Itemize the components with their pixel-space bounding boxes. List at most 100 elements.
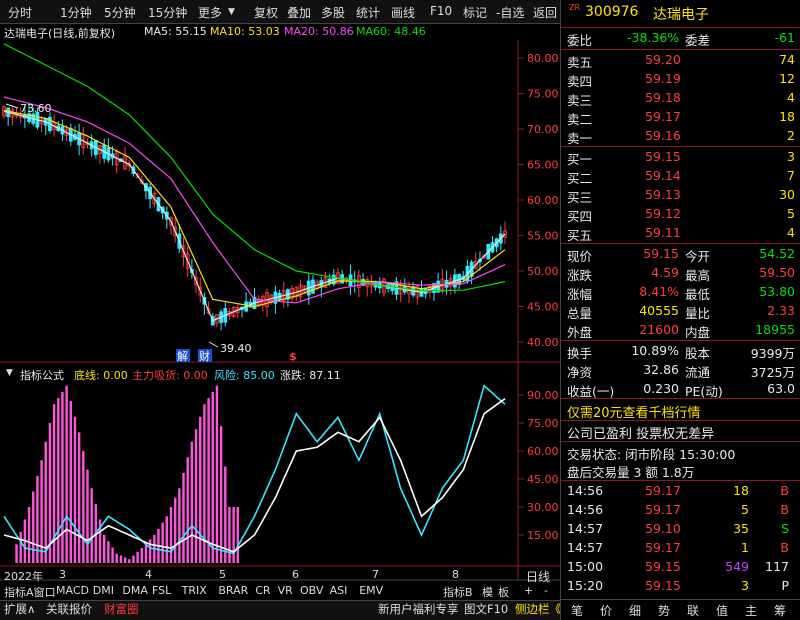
stat-value: 3725万 [750, 365, 795, 380]
quote-tab-0[interactable]: 笔 [571, 602, 583, 619]
main-buy-bar [32, 491, 35, 563]
main-buy-bar [61, 391, 64, 563]
draw-line-button[interactable]: 画线 [391, 4, 415, 21]
promo-link[interactable]: 仅需20元查看千档行情 [567, 402, 701, 421]
main-buy-bar [148, 539, 152, 563]
tab-daily[interactable]: 日线 [526, 568, 550, 585]
trade-tick-row: 14:57 59.17 1 B [561, 539, 800, 558]
buy-price: 59.11 [645, 225, 681, 240]
promo-row[interactable]: 仅需20元查看千档行情 [561, 401, 800, 421]
tab-more[interactable]: 更多 [198, 4, 222, 21]
stat-label: 涨跌 [567, 268, 593, 283]
buy-row-0[interactable]: 买一 59.15 3 [561, 148, 800, 167]
overlay-button[interactable]: 叠加 [287, 4, 311, 21]
f10-graphic-button[interactable]: 图文F10 [464, 601, 508, 619]
stat-value: 9399万 [750, 346, 795, 361]
trade-flag: 117 [765, 559, 789, 574]
indicator-tab-8[interactable]: CR [255, 584, 270, 597]
price-tick-label: 55.00 [527, 230, 559, 243]
indicator-tab-10[interactable]: OBV [300, 584, 323, 597]
buy-row-4[interactable]: 买五 59.11 4 [561, 224, 800, 243]
quote-tab-1[interactable]: 价 [600, 602, 612, 619]
sidebar-toggle-button[interactable]: 侧边栏《 [515, 601, 561, 619]
indicator-tab-0[interactable]: 指标A [4, 584, 34, 600]
tab-1min[interactable]: 1分钟 [60, 4, 92, 21]
indicator-tab-12[interactable]: EMV [359, 584, 383, 597]
finance-marker[interactable]: 财 [199, 349, 210, 363]
related-quote-button[interactable]: 关联报价 [46, 601, 92, 619]
main-buy-bar [165, 516, 169, 563]
sell-row-1[interactable]: 卖四 59.19 12 [561, 70, 800, 89]
mark-button[interactable]: 标记 [463, 4, 487, 21]
multi-stock-button[interactable]: 多股 [321, 4, 345, 21]
stat-value: 2.33 [767, 303, 795, 318]
quote-tab-4[interactable]: 联 [687, 602, 699, 619]
sell-row-3[interactable]: 卖二 59.17 18 [561, 108, 800, 127]
quote-tab-3[interactable]: 势 [658, 602, 670, 619]
remove-watchlist-button[interactable]: -自选 [496, 4, 524, 21]
restore-rights-button[interactable]: 复权 [254, 4, 278, 21]
indicator-name[interactable]: 指标公式 [20, 367, 64, 383]
sell-row-4[interactable]: 卖一 59.16 2 [561, 127, 800, 146]
sell-row-2[interactable]: 卖三 59.18 4 [561, 89, 800, 108]
trade-volume: 1 [741, 540, 749, 555]
add-icon[interactable]: + [524, 584, 533, 597]
sell-label: 卖三 [567, 93, 593, 108]
indicator-tab-7[interactable]: BRAR [218, 584, 248, 597]
sell-row-0[interactable]: 卖五 59.20 74 [561, 51, 800, 70]
indicator-tab-3[interactable]: DMI [93, 584, 114, 597]
statistics-button[interactable]: 统计 [356, 4, 380, 21]
tab-15min[interactable]: 15分钟 [148, 4, 187, 21]
tab-indicator-b[interactable]: 指标B [443, 584, 473, 600]
stat-value: 40555 [639, 303, 679, 318]
main-buy-bar [82, 451, 85, 563]
indicator-tab-5[interactable]: FSL [152, 584, 171, 597]
indicator-tab-6[interactable]: TRIX [182, 584, 207, 597]
indicator-tab-11[interactable]: ASI [330, 584, 348, 597]
chevron-down-icon[interactable]: ▼ [228, 7, 235, 17]
dividend-marker[interactable]: $ [289, 350, 297, 363]
new-user-benefit-link[interactable]: 新用户福利专享 [378, 601, 459, 619]
indicator-expand-icon[interactable]: ▼ [6, 368, 13, 378]
price-chart[interactable]: 80.00 75.00 70.00 65.00 60.00 55.00 50.00 45.00… [0, 40, 560, 600]
main-buy-bar [111, 547, 114, 563]
stat-label: 股本 [685, 346, 711, 361]
tab-board[interactable]: 板 [498, 584, 509, 600]
quote-tab-2[interactable]: 细 [629, 602, 641, 619]
minus-icon[interactable]: - [544, 584, 548, 597]
tab-5min[interactable]: 5分钟 [104, 4, 136, 21]
tab-intraday[interactable]: 分时 [8, 4, 32, 21]
expand-button[interactable]: 扩展∧ [4, 601, 35, 619]
price-tick-label: 65.00 [527, 159, 559, 172]
back-button[interactable]: 返回 [533, 4, 557, 21]
buy-row-2[interactable]: 买三 59.13 30 [561, 186, 800, 205]
main-buy-bar [65, 385, 68, 563]
stat-value: 32.86 [643, 362, 679, 377]
wealth-circle-button[interactable]: 财富圈 [104, 601, 139, 619]
stat-value: 59.15 [643, 246, 679, 261]
buy-label: 买二 [567, 171, 593, 186]
stat-value: 21600 [639, 322, 679, 337]
sell-price: 59.17 [645, 109, 681, 124]
indicator-tab-2[interactable]: MACD [56, 584, 89, 597]
stat-label: 涨幅 [567, 287, 593, 302]
trade-flag: B [780, 483, 789, 498]
buy-row-1[interactable]: 买二 59.14 7 [561, 167, 800, 186]
quote-tab-6[interactable]: 主 [745, 602, 757, 619]
stat-label: 量比 [685, 306, 711, 321]
f10-button[interactable]: F10 [430, 4, 452, 18]
quote-tab-7[interactable]: 筹 [774, 602, 786, 619]
stat-value: 63.0 [767, 381, 795, 396]
trade-time: 15:00 [567, 559, 604, 574]
buy-label: 买四 [567, 209, 593, 224]
indicator-tab-1[interactable]: 窗口 [34, 584, 56, 600]
tab-template[interactable]: 模 [482, 584, 493, 600]
stat-label: 现价 [567, 249, 593, 264]
indicator-tab-9[interactable]: VR [278, 584, 293, 597]
quote-tab-5[interactable]: 值 [716, 602, 728, 619]
unlock-marker[interactable]: 解 [177, 349, 188, 363]
main-buy-bar [190, 441, 194, 563]
buy-label: 买一 [567, 152, 593, 167]
buy-row-3[interactable]: 买四 59.12 5 [561, 205, 800, 224]
indicator-tab-4[interactable]: DMA [122, 584, 148, 597]
